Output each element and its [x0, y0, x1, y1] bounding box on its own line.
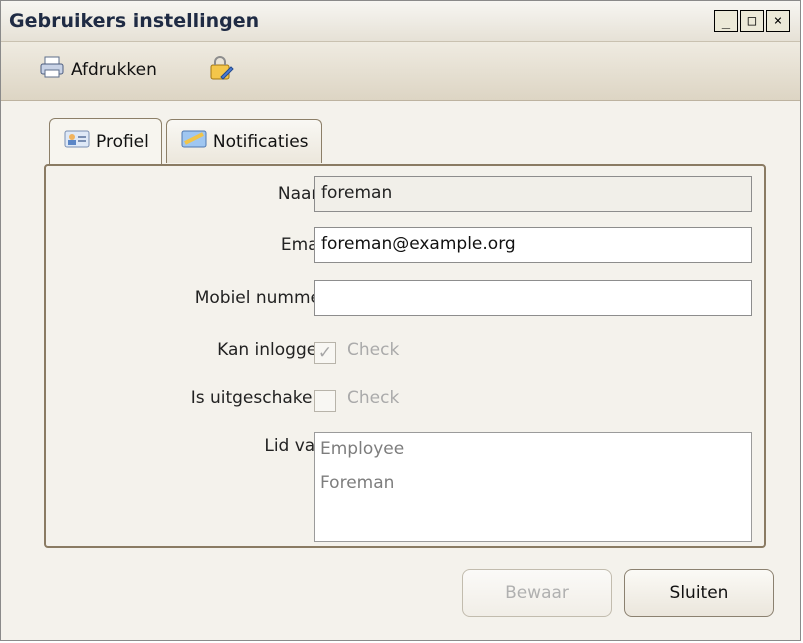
profile-panel: Naam foreman Email foreman@example.org M… [44, 164, 766, 548]
notification-icon [181, 128, 207, 155]
kan-inloggen-label: Kan inloggen [217, 340, 328, 360]
close-window-button[interactable]: × [766, 10, 790, 32]
toolbar: Afdrukken [1, 42, 800, 101]
kan-inloggen-check-label: Check [347, 340, 400, 360]
lock-edit-button[interactable] [207, 55, 235, 88]
kan-inloggen-checkbox[interactable]: ✓ [314, 342, 336, 364]
email-field[interactable]: foreman@example.org [314, 227, 752, 263]
naam-row: Naam foreman [46, 176, 766, 216]
tab-bar: Profiel Notificaties [49, 118, 322, 165]
email-row: Email foreman@example.org [46, 227, 766, 267]
tab-notificaties-label: Notificaties [212, 131, 309, 152]
tab-profiel[interactable]: Profiel [49, 118, 162, 164]
print-button[interactable]: Afdrukken [39, 55, 157, 84]
list-item[interactable]: Foreman [315, 467, 751, 501]
user-card-icon [64, 128, 90, 155]
mobiel-label: Mobiel nummer [194, 288, 328, 308]
window-controls: _ □ × [714, 10, 790, 32]
tab-notificaties[interactable]: Notificaties [165, 119, 322, 163]
lock-edit-icon [207, 55, 235, 88]
window-title: Gebruikers instellingen [9, 10, 260, 32]
save-button[interactable]: Bewaar [462, 569, 612, 617]
is-uitgeschakeld-check-label: Check [347, 388, 400, 408]
lid-van-list[interactable]: Employee Foreman [314, 432, 752, 542]
close-button[interactable]: Sluiten [624, 569, 774, 617]
naam-field[interactable]: foreman [314, 176, 752, 212]
printer-icon [39, 55, 65, 84]
settings-window: Gebruikers instellingen _ □ × Afdrukken [0, 0, 801, 641]
is-uitgeschakeld-row: Is uitgeschakeld Check [46, 386, 766, 426]
is-uitgeschakeld-checkbox[interactable] [314, 390, 336, 412]
mobiel-row: Mobiel nummer [46, 280, 766, 320]
is-uitgeschakeld-label: Is uitgeschakeld [190, 388, 328, 408]
tab-profiel-label: Profiel [96, 131, 149, 152]
list-item[interactable]: Employee [315, 433, 751, 467]
title-bar[interactable]: Gebruikers instellingen _ □ × [1, 1, 800, 42]
kan-inloggen-row: Kan inloggen ✓ Check [46, 338, 766, 378]
maximize-button[interactable]: □ [740, 10, 764, 32]
mobiel-field[interactable] [314, 280, 752, 316]
minimize-button[interactable]: _ [714, 10, 738, 32]
print-label: Afdrukken [71, 59, 157, 80]
